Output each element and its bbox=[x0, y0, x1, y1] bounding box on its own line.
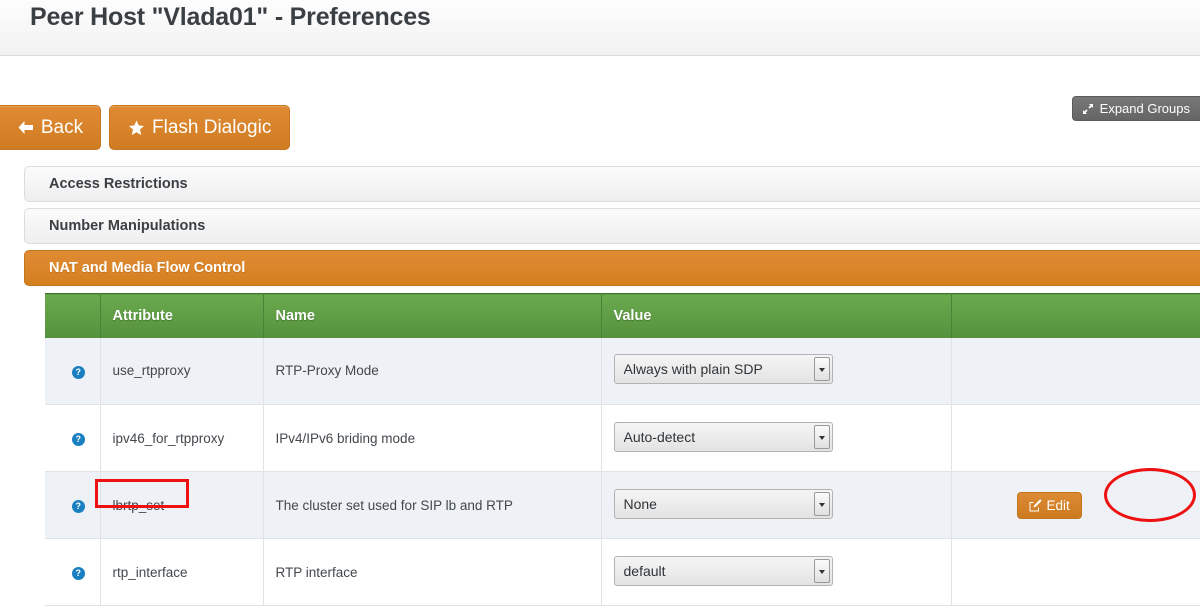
column-header-name: Name bbox=[263, 294, 601, 338]
value-select-ipv46-for-rtpproxy[interactable]: Auto-detect bbox=[614, 422, 833, 452]
accordion-panel-access-restrictions[interactable]: Access Restrictions bbox=[24, 166, 1200, 202]
accordion-panel-nat-and-media-flow-control[interactable]: NAT and Media Flow Control bbox=[24, 250, 1200, 286]
page-header: Peer Host "Vlada01" - Preferences bbox=[0, 0, 1200, 56]
accordion-panel-label: Access Restrictions bbox=[49, 176, 188, 192]
accordion-panel-number-manipulations[interactable]: Number Manipulations bbox=[24, 208, 1200, 244]
value-select-text: Auto-detect bbox=[624, 423, 814, 451]
value-cell: None bbox=[601, 472, 951, 539]
attribute-cell: ipv46_for_rtpproxy bbox=[100, 405, 263, 472]
edit-button[interactable]: Edit bbox=[1017, 492, 1082, 519]
preferences-accordion: Access Restrictions Number Manipulations… bbox=[24, 166, 1200, 292]
name-cell: IPv4/IPv6 briding mode bbox=[263, 405, 601, 472]
preferences-table: Attribute Name Value ? use_rtpproxy RTP-… bbox=[45, 293, 1200, 606]
help-cell: ? bbox=[45, 472, 100, 539]
column-header-attribute: Attribute bbox=[100, 294, 263, 338]
attribute-cell: rtp_interface bbox=[100, 539, 263, 606]
help-icon[interactable]: ? bbox=[72, 500, 85, 513]
name-cell: RTP-Proxy Mode bbox=[263, 338, 601, 405]
flash-dialogic-button-label: Flash Dialogic bbox=[152, 117, 271, 139]
help-cell: ? bbox=[45, 405, 100, 472]
value-select-text: default bbox=[624, 557, 814, 585]
accordion-panel-label: NAT and Media Flow Control bbox=[49, 260, 245, 276]
help-cell: ? bbox=[45, 338, 100, 405]
action-cell bbox=[951, 539, 1200, 606]
expand-groups-button[interactable]: Expand Groups bbox=[1072, 96, 1200, 121]
value-cell: Always with plain SDP bbox=[601, 338, 951, 405]
edit-button-label: Edit bbox=[1047, 498, 1070, 513]
help-icon[interactable]: ? bbox=[72, 433, 85, 446]
help-icon[interactable]: ? bbox=[72, 366, 85, 379]
action-cell bbox=[951, 338, 1200, 405]
arrow-left-icon bbox=[17, 120, 34, 135]
value-select-rtp-interface[interactable]: default bbox=[614, 556, 833, 586]
table-header-row: Attribute Name Value bbox=[45, 294, 1200, 338]
star-icon bbox=[128, 120, 145, 136]
page-title: Peer Host "Vlada01" - Preferences bbox=[30, 3, 431, 32]
table-row: ? rtp_interface RTP interface default bbox=[45, 539, 1200, 606]
action-cell: Edit bbox=[951, 472, 1200, 539]
value-select-lbrtp-set[interactable]: None bbox=[614, 489, 833, 519]
column-header-help bbox=[45, 294, 100, 338]
table-row: ? use_rtpproxy RTP-Proxy Mode Always wit… bbox=[45, 338, 1200, 405]
chevron-down-icon[interactable] bbox=[814, 425, 830, 449]
help-cell: ? bbox=[45, 539, 100, 606]
column-header-value: Value bbox=[601, 294, 951, 338]
name-cell: The cluster set used for SIP lb and RTP bbox=[263, 472, 601, 539]
column-header-actions bbox=[951, 294, 1200, 338]
table-row: ? ipv46_for_rtpproxy IPv4/IPv6 briding m… bbox=[45, 405, 1200, 472]
value-cell: default bbox=[601, 539, 951, 606]
name-cell: RTP interface bbox=[263, 539, 601, 606]
expand-groups-label: Expand Groups bbox=[1100, 101, 1190, 116]
chevron-down-icon[interactable] bbox=[814, 559, 830, 583]
attribute-cell: use_rtpproxy bbox=[100, 338, 263, 405]
expand-arrows-icon bbox=[1082, 103, 1094, 115]
preferences-table-container: Attribute Name Value ? use_rtpproxy RTP-… bbox=[45, 293, 1200, 606]
help-icon[interactable]: ? bbox=[72, 567, 85, 580]
value-cell: Auto-detect bbox=[601, 405, 951, 472]
accordion-panel-label: Number Manipulations bbox=[49, 218, 205, 234]
table-row: ? lbrtp_set The cluster set used for SIP… bbox=[45, 472, 1200, 539]
value-select-use-rtpproxy[interactable]: Always with plain SDP bbox=[614, 354, 833, 384]
value-select-text: Always with plain SDP bbox=[624, 355, 814, 383]
chevron-down-icon[interactable] bbox=[814, 492, 830, 516]
toolbar: Back Flash Dialogic Expand Groups bbox=[0, 105, 1200, 157]
flash-dialogic-button[interactable]: Flash Dialogic bbox=[109, 105, 290, 150]
pencil-edit-icon bbox=[1029, 499, 1042, 512]
back-button-label: Back bbox=[41, 117, 83, 139]
back-button[interactable]: Back bbox=[0, 105, 101, 150]
attribute-cell: lbrtp_set bbox=[100, 472, 263, 539]
chevron-down-icon[interactable] bbox=[814, 357, 830, 381]
value-select-text: None bbox=[624, 490, 814, 518]
action-cell bbox=[951, 405, 1200, 472]
